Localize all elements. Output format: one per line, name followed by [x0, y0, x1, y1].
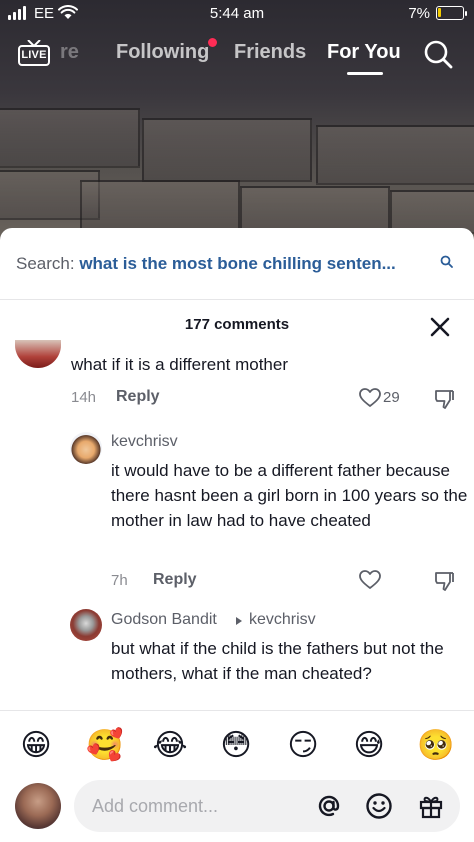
like-count: 29 [383, 389, 400, 406]
emoji-flushed-button[interactable]: 😳 [218, 728, 254, 764]
emoji-picker-icon[interactable] [365, 792, 393, 820]
mention-icon[interactable] [315, 792, 343, 820]
comment-time: 7h [111, 572, 128, 589]
comment-time: 14h [71, 389, 97, 406]
dislike-icon[interactable] [433, 388, 455, 410]
comment-text: it would have to be a different father b… [111, 461, 468, 530]
emoji-smirk-button[interactable]: 😏 [285, 728, 321, 764]
tiktok-comments-screen: EE 5:44 am 7% LIVE re Following Friends … [0, 0, 474, 842]
tab-explore[interactable]: re [60, 41, 79, 64]
comment-search-suggestion[interactable]: Search: what is the most bone chilling s… [0, 228, 474, 300]
avatar[interactable] [70, 609, 102, 641]
tab-for-you[interactable]: For You [327, 41, 401, 64]
battery-icon [436, 6, 467, 20]
live-button[interactable]: LIVE [18, 40, 50, 66]
avatar[interactable] [15, 340, 61, 368]
emoji-quick-bar: 😁 🥰 😂 😳 😏 😅 🥺 [0, 710, 474, 780]
reply-arrow-icon [236, 617, 242, 625]
clock: 5:44 am [209, 5, 265, 22]
comment-text: what if it is a different mother [71, 355, 289, 374]
emoji-grin-button[interactable]: 😁 [18, 728, 54, 764]
heart-icon[interactable] [359, 570, 381, 590]
notification-dot [208, 38, 217, 47]
search-suggestion-query[interactable]: what is the most bone chilling senten... [79, 254, 395, 273]
tab-friends[interactable]: Friends [234, 41, 306, 64]
active-tab-indicator [347, 72, 383, 75]
video-background[interactable]: EE 5:44 am 7% LIVE re Following Friends … [0, 0, 474, 245]
comment-text: but what if the child is the fathers but… [111, 639, 444, 683]
my-avatar[interactable] [15, 783, 61, 829]
comments-count-header: 177 comments [184, 316, 290, 333]
live-label: LIVE [18, 45, 50, 66]
comment-input[interactable] [92, 793, 302, 819]
comment-field[interactable] [74, 780, 460, 832]
search-small-icon [440, 255, 453, 268]
heart-icon[interactable] [359, 388, 381, 408]
top-navigation: LIVE re Following Friends For You [0, 32, 474, 76]
emoji-hearts-button[interactable]: 🥰 [86, 728, 123, 764]
reply-button[interactable]: Reply [153, 571, 197, 589]
emoji-sweat-smile-button[interactable]: 😅 [351, 728, 387, 764]
tab-following[interactable]: Following [116, 41, 209, 64]
close-icon[interactable] [429, 316, 451, 338]
comments-sheet: Search: what is the most bone chilling s… [0, 228, 474, 842]
emoji-laugh-cry-button[interactable]: 😂 [152, 728, 188, 764]
reply-to-username[interactable]: kevchrisv [249, 611, 316, 629]
comment-input-row [0, 780, 474, 842]
emoji-pleading-button[interactable]: 🥺 [417, 728, 454, 764]
search-icon[interactable] [423, 39, 453, 69]
reply-button[interactable]: Reply [116, 388, 160, 406]
comment-username[interactable]: Godson Bandit [111, 611, 217, 629]
dislike-icon[interactable] [433, 570, 455, 592]
comment-username[interactable]: kevchrisv [111, 433, 178, 451]
battery-percent: 7% [408, 5, 430, 22]
gift-icon[interactable] [417, 792, 445, 820]
search-suggestion-label: Search: [16, 254, 75, 273]
status-bar: EE 5:44 am 7% [0, 0, 474, 28]
avatar[interactable] [70, 432, 102, 464]
